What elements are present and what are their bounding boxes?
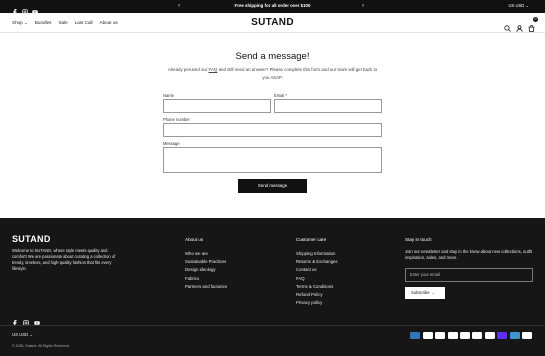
intro-text-before: Already perused our (167, 67, 209, 72)
intro-text-after: and still need an answer? Please complet… (217, 67, 378, 80)
page-title: Send a message! (235, 51, 310, 62)
cart-icon[interactable]: 0 (528, 17, 538, 37)
footer-currency-selector[interactable]: US USD ⌄ (12, 332, 33, 338)
footer-logo[interactable]: SUTAND (12, 234, 51, 244)
message-label: Message (163, 141, 180, 146)
footer-link-shipping-information[interactable]: Shipping Information (296, 250, 338, 258)
diners-club-icon (435, 332, 446, 339)
amex-icon (410, 332, 421, 339)
paypal-icon (484, 332, 495, 339)
mastercard-icon (472, 332, 483, 339)
google-pay-icon (460, 332, 471, 339)
footer-link-design-ideology[interactable]: Design ideology (185, 266, 227, 274)
footer-link-faq[interactable]: FAQ (296, 275, 338, 283)
footer-description: Welcome to SUTAND, where style meets qua… (12, 248, 116, 271)
footer-link-privacy-policy[interactable]: Privacy policy (296, 299, 338, 307)
site-footer: SUTAND Welcome to SUTAND, where style me… (0, 218, 545, 356)
top-currency-selector[interactable]: US USD ⌄ (508, 3, 529, 8)
footer-link-fabrics[interactable]: Fabrics (185, 275, 227, 283)
payment-icons (410, 332, 532, 339)
newsletter-email-input[interactable]: Enter your email (405, 268, 533, 282)
venmo-icon (509, 332, 520, 339)
email-label: Email * (274, 93, 287, 98)
newsletter-heading: Stay in touch (405, 237, 432, 242)
copyright: © 2025, Sutand. All Rights Reserved. (12, 344, 70, 348)
announcement-text: Free shipping for all order over $100 (234, 3, 311, 8)
phone-label: Phone number (163, 117, 190, 122)
discover-icon (447, 332, 458, 339)
announcement-bar: ‹ Free shipping for all order over $100 … (0, 0, 545, 15)
facebook-icon[interactable] (12, 313, 18, 331)
footer-link-who-we-are[interactable]: Who we are (185, 250, 227, 258)
name-input[interactable] (163, 99, 271, 113)
footer-care-links: Shipping Information Returns & Exchanges… (296, 250, 338, 307)
footer-about-heading: About us (185, 237, 204, 242)
cart-count-badge: 0 (533, 17, 538, 22)
site-logo[interactable]: SUTAND (0, 17, 545, 28)
apple-pay-icon (422, 332, 433, 339)
footer-about-links: Who we are Sustainable Practices Design … (185, 250, 227, 291)
message-textarea[interactable] (163, 147, 382, 173)
search-icon[interactable] (504, 19, 511, 37)
footer-link-partners-and-factories[interactable]: Partners and factories (185, 283, 227, 291)
newsletter-text: Join our newsletter and stay in the know… (405, 249, 533, 260)
footer-link-sustainable-practices[interactable]: Sustainable Practices (185, 258, 227, 266)
name-label: Name (163, 93, 174, 98)
subscribe-button[interactable]: Subscribe → (405, 287, 445, 299)
instagram-icon[interactable] (23, 313, 29, 331)
youtube-icon[interactable] (34, 313, 40, 331)
footer-link-terms-conditions[interactable]: Terms & Conditions (296, 283, 338, 291)
announcement-next-arrow-icon[interactable]: › (362, 2, 364, 11)
send-message-button[interactable]: Send message (238, 179, 307, 193)
footer-link-contact-us[interactable]: Contact us (296, 266, 338, 274)
phone-input[interactable] (163, 123, 382, 137)
shop-pay-icon (497, 332, 508, 339)
email-input[interactable] (274, 99, 382, 113)
header-actions: 0 (504, 17, 538, 37)
footer-divider (0, 325, 545, 326)
footer-link-returns-exchanges[interactable]: Returns & Exchanges (296, 258, 338, 266)
visa-icon (522, 332, 532, 339)
footer-social-links (12, 313, 40, 331)
form-intro: Already perused our FAQ and still need a… (165, 66, 380, 81)
account-icon[interactable] (516, 19, 523, 37)
footer-link-refund-policy[interactable]: Refund Policy (296, 291, 338, 299)
top-currency-label: US USD (508, 3, 525, 8)
site-header: Shop ⌄ Bundles Sale Last Call About us S… (0, 13, 545, 33)
footer-care-heading: Customer care (296, 237, 327, 242)
chevron-down-icon: ⌄ (525, 3, 529, 8)
